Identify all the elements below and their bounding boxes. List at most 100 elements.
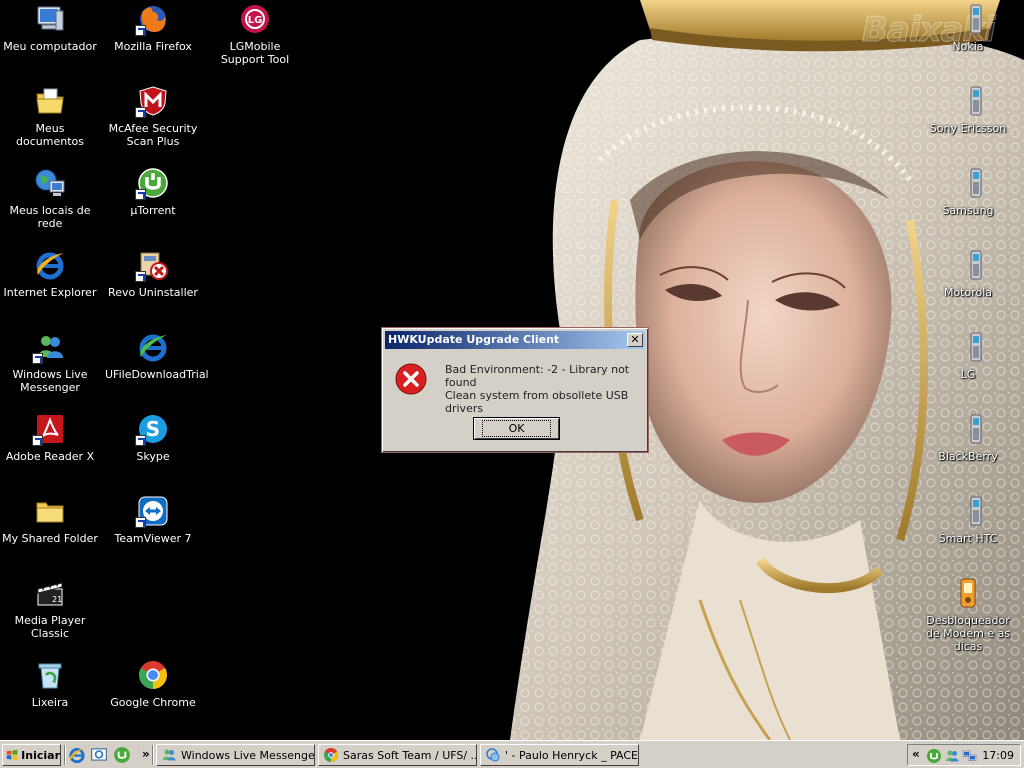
desktop-icon-network-places[interactable]: Meus locais de rede xyxy=(0,167,100,243)
quicklaunch-overflow[interactable]: » xyxy=(142,747,150,761)
icon-label: Samsung xyxy=(942,204,994,217)
desktop-icon-media-player-classic[interactable]: 21 Media Player Classic xyxy=(0,577,100,653)
task-label: Saras Soft Team / UFS/ ... xyxy=(343,748,477,762)
quicklaunch-ie-icon[interactable] xyxy=(68,746,86,764)
desktop-icon-google-chrome[interactable]: Google Chrome xyxy=(103,659,203,735)
shortcut-arrow-icon xyxy=(135,25,146,36)
icon-label: Meus documentos xyxy=(16,122,84,148)
icon-label: BlackBerry xyxy=(938,450,998,463)
recycle-bin-icon xyxy=(34,659,66,691)
dialog-titlebar[interactable]: HWKUpdate Upgrade Client ✕ xyxy=(385,331,645,349)
task-button-messenger[interactable]: Windows Live Messenger xyxy=(156,744,315,766)
desktop-icon-ufile-download[interactable]: UFileDownloadTrial xyxy=(103,331,209,407)
error-dialog: HWKUpdate Upgrade Client ✕ Bad Environme… xyxy=(381,327,649,453)
desktop-icon-samsung[interactable]: Samsung xyxy=(918,167,1018,243)
dialog-message-line1: Bad Environment: -2 - Library not found xyxy=(445,363,630,389)
shortcut-arrow-icon xyxy=(135,435,146,446)
desktop-icon-my-shared-folder[interactable]: My Shared Folder xyxy=(0,495,100,571)
icon-label: Media Player Classic xyxy=(14,614,86,640)
chrome-icon xyxy=(137,659,169,691)
utorrent-icon xyxy=(135,167,169,200)
shortcut-arrow-icon xyxy=(135,189,146,200)
desktop-icon-my-computer[interactable]: Meu computador xyxy=(0,3,100,79)
desktop-icon-motorola[interactable]: Motorola xyxy=(918,249,1018,325)
desktop-icon-nokia[interactable]: Nokia xyxy=(918,3,1018,79)
ok-button-label: OK xyxy=(481,420,552,437)
conversation-icon xyxy=(486,748,500,762)
desktop-icon-utorrent[interactable]: µTorrent xyxy=(103,167,203,243)
skype-icon: S xyxy=(135,413,169,446)
icon-label: Windows Live Messenger xyxy=(12,368,88,394)
desktop-icon-modem-unlocker[interactable]: Desbloqueador de Modem e as dicas xyxy=(918,577,1018,653)
desktop-icon-lg[interactable]: LG xyxy=(918,331,1018,407)
start-button[interactable]: Iniciar xyxy=(2,744,61,766)
media-player-classic-icon: 21 xyxy=(34,577,66,609)
desktop-icon-mcafee[interactable]: McAfee Security Scan Plus xyxy=(103,85,203,161)
lg-icon: LG xyxy=(239,3,271,35)
chrome-icon xyxy=(324,748,338,762)
svg-text:21: 21 xyxy=(52,595,62,604)
task-button-conversation[interactable]: ' - Paulo Henryck _ PACE... xyxy=(480,744,639,766)
icon-label: µTorrent xyxy=(130,204,176,217)
network-places-icon xyxy=(34,167,66,199)
icon-label: My Shared Folder xyxy=(2,532,98,545)
desktop-icon-lgmobile-support-tool[interactable]: LG LGMobile Support Tool xyxy=(205,3,305,79)
mcafee-icon xyxy=(135,85,169,118)
taskbar-clock[interactable]: 17:09 xyxy=(982,749,1014,762)
revo-uninstaller-icon xyxy=(135,249,169,282)
quicklaunch-utorrent-icon[interactable] xyxy=(113,746,131,764)
desktop-icon-my-documents[interactable]: Meus documentos xyxy=(0,85,100,161)
desktop-icon-sony-ericsson[interactable]: Sony Ericsson xyxy=(918,85,1018,161)
icon-label: Internet Explorer xyxy=(3,286,97,299)
desktop-icon-mozilla-firefox[interactable]: Mozilla Firefox xyxy=(103,3,203,79)
desktop-icon-smart-htc[interactable]: Smart HTC xyxy=(918,495,1018,571)
windows-logo-icon xyxy=(6,749,18,761)
dialog-title: HWKUpdate Upgrade Client xyxy=(388,333,560,346)
desktop-icon-internet-explorer[interactable]: Internet Explorer xyxy=(0,249,100,325)
phone-icon xyxy=(952,413,984,445)
dialog-message-line2: Clean system from obsollete USB drivers xyxy=(445,389,629,415)
desktop-icon-teamviewer[interactable]: TeamViewer 7 xyxy=(103,495,203,571)
tray-utorrent-icon[interactable] xyxy=(926,748,942,764)
task-button-chrome[interactable]: Saras Soft Team / UFS/ ... xyxy=(318,744,477,766)
system-tray: « 17:09 xyxy=(907,744,1021,766)
desktop-icon-blackberry[interactable]: BlackBerry xyxy=(918,413,1018,489)
dialog-close-button[interactable]: ✕ xyxy=(627,333,643,347)
icon-label: McAfee Security Scan Plus xyxy=(108,122,198,148)
messenger-icon xyxy=(163,749,176,761)
adobe-reader-icon xyxy=(32,413,66,446)
error-icon xyxy=(395,363,427,395)
icon-label: Motorola xyxy=(943,286,993,299)
phone-icon xyxy=(952,85,984,117)
desktop-icon-adobe-reader[interactable]: Adobe Reader X xyxy=(0,413,100,489)
dialog-message: Bad Environment: -2 - Library not found … xyxy=(445,363,648,415)
icon-label: Nokia xyxy=(952,40,984,53)
icon-label: Sony Ericsson xyxy=(929,122,1007,135)
firefox-icon xyxy=(135,3,169,36)
task-label: ' - Paulo Henryck _ PACE... xyxy=(505,748,639,762)
taskbar-separator xyxy=(152,745,154,765)
desktop-icon-skype[interactable]: S Skype xyxy=(103,413,203,489)
teamviewer-icon xyxy=(135,495,169,528)
icon-label: Meu computador xyxy=(3,40,97,53)
shortcut-arrow-icon xyxy=(32,353,43,364)
icon-label: Revo Uninstaller xyxy=(108,286,198,299)
tray-messenger-icon[interactable] xyxy=(944,748,960,764)
ufile-download-icon xyxy=(137,331,169,363)
shortcut-arrow-icon xyxy=(135,271,146,282)
icon-label: Smart HTC xyxy=(938,532,998,545)
icon-label: Skype xyxy=(136,450,170,463)
my-documents-icon xyxy=(34,85,66,117)
tray-network-icon[interactable] xyxy=(962,748,978,764)
desktop-icon-windows-live-messenger[interactable]: Windows Live Messenger xyxy=(0,331,100,407)
ok-button[interactable]: OK xyxy=(473,417,560,440)
svg-text:S: S xyxy=(146,417,160,441)
desktop-icon-recycle-bin[interactable]: Lixeira xyxy=(0,659,100,735)
tray-expand-button[interactable]: « xyxy=(912,747,920,761)
icon-label: LGMobile Support Tool xyxy=(220,40,290,66)
shortcut-arrow-icon xyxy=(32,435,43,446)
shortcut-arrow-icon xyxy=(135,107,146,118)
taskbar-separator xyxy=(64,745,66,765)
quicklaunch-show-desktop-icon[interactable] xyxy=(90,746,108,764)
desktop-icon-revo-uninstaller[interactable]: Revo Uninstaller xyxy=(103,249,203,325)
